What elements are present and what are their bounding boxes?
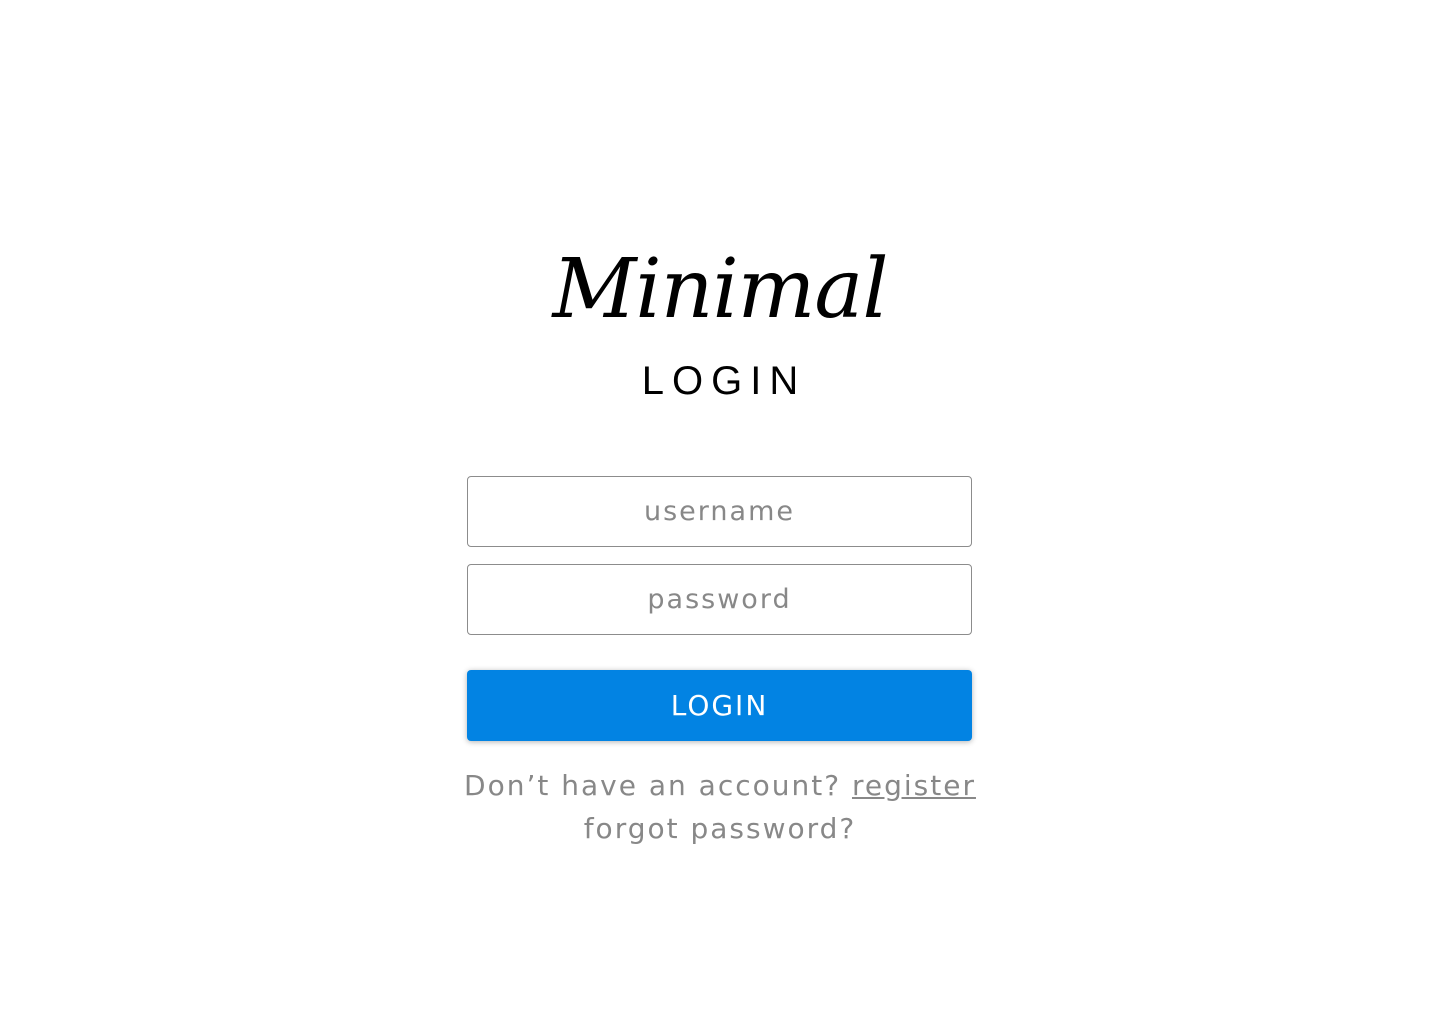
password-field[interactable] xyxy=(467,564,972,635)
forgot-password-row: forgot password? xyxy=(0,809,1440,849)
forgot-password-link[interactable]: forgot password? xyxy=(584,812,857,845)
username-field[interactable] xyxy=(467,476,972,547)
page-title: LOGIN xyxy=(641,359,807,403)
brand-logo: Minimal xyxy=(552,242,888,337)
login-button[interactable]: LOGIN xyxy=(467,670,972,741)
register-link[interactable]: register xyxy=(852,769,976,802)
register-prompt: Don’t have an account? register xyxy=(0,766,1440,806)
no-account-text: Don’t have an account? xyxy=(464,769,842,802)
